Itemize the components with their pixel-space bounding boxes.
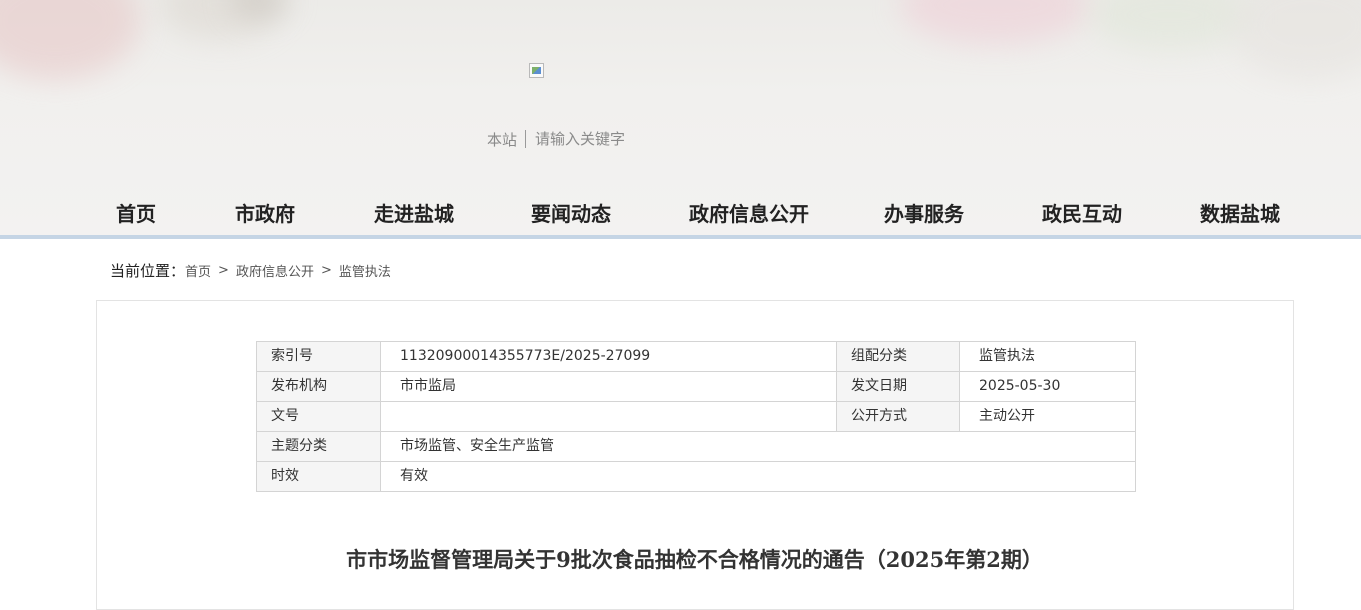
document-meta-table: 索引号 11320900014355773E/2025-27099 组配分类 监… [256, 341, 1136, 492]
search-input[interactable] [535, 130, 706, 148]
nav-item-news[interactable]: 要闻动态 [531, 198, 611, 227]
header-decoration [1090, 0, 1250, 50]
meta-value: 主动公开 [959, 401, 1136, 432]
header-decoration [1230, 0, 1361, 80]
search-divider [525, 130, 527, 148]
search-scope-label[interactable]: 本站 [487, 129, 517, 150]
main-nav: 首页 市政府 走进盐城 要闻动态 政府信息公开 办事服务 政民互动 数据盐城 [0, 190, 1361, 234]
meta-key: 索引号 [256, 341, 381, 372]
nav-item-home[interactable]: 首页 [116, 198, 156, 227]
meta-value: 市市监局 [380, 371, 837, 402]
meta-value [380, 401, 837, 432]
nav-underline [0, 235, 1361, 239]
meta-value: 有效 [380, 461, 1136, 492]
site-header: 本站 首页 市政府 走进盐城 要闻动态 政府信息公开 办事服务 政民互动 数据盐… [0, 0, 1361, 237]
meta-value: 监管执法 [959, 341, 1136, 372]
broken-logo-image-icon[interactable] [529, 63, 544, 78]
meta-value: 2025-05-30 [959, 371, 1136, 402]
table-row: 索引号 11320900014355773E/2025-27099 组配分类 监… [256, 341, 1136, 372]
breadcrumb-label: 当前位置： [110, 262, 186, 280]
nav-item-info-disclosure[interactable]: 政府信息公开 [689, 198, 809, 227]
breadcrumb: 当前位置： 首页 > 政府信息公开 > 监管执法 [110, 260, 391, 281]
article-title: 市市场监督管理局关于9批次食品抽检不合格情况的通告（2025年第2期） [346, 547, 1043, 572]
table-row: 时效 有效 [256, 461, 1136, 492]
header-decoration [0, 0, 140, 80]
nav-item-services[interactable]: 办事服务 [884, 198, 964, 227]
nav-item-interaction[interactable]: 政民互动 [1042, 198, 1122, 227]
meta-value: 市场监管、安全生产监管 [380, 431, 1136, 462]
meta-key: 时效 [256, 461, 381, 492]
breadcrumb-item-home[interactable]: 首页 [185, 261, 211, 280]
meta-key: 主题分类 [256, 431, 381, 462]
header-decoration [900, 0, 1090, 45]
meta-key: 组配分类 [836, 341, 960, 372]
meta-key: 发布机构 [256, 371, 381, 402]
breadcrumb-separator: > [218, 263, 229, 278]
nav-item-about-yancheng[interactable]: 走进盐城 [374, 198, 454, 227]
meta-key: 发文日期 [836, 371, 960, 402]
breadcrumb-item-enforcement[interactable]: 监管执法 [339, 261, 391, 280]
table-row: 主题分类 市场监管、安全生产监管 [256, 431, 1136, 462]
breadcrumb-item-info-disclosure[interactable]: 政府信息公开 [236, 261, 314, 280]
table-row: 文号 公开方式 主动公开 [256, 401, 1136, 432]
meta-value: 11320900014355773E/2025-27099 [380, 341, 837, 372]
table-row: 发布机构 市市监局 发文日期 2025-05-30 [256, 371, 1136, 402]
search-bar: 本站 [487, 128, 706, 150]
breadcrumb-separator: > [320, 263, 332, 278]
meta-key: 公开方式 [836, 401, 960, 432]
meta-key: 文号 [256, 401, 381, 432]
nav-item-city-government[interactable]: 市政府 [235, 198, 295, 227]
nav-item-data[interactable]: 数据盐城 [1200, 198, 1280, 227]
